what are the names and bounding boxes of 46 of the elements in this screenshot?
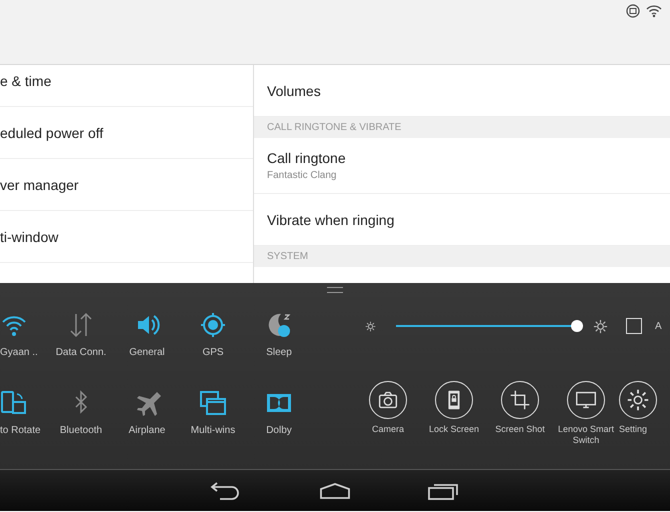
shortcut-label: Setting xyxy=(619,424,648,435)
quick-tile[interactable]: Gyaan .. xyxy=(0,311,48,368)
quick-tile[interactable]: Airplane xyxy=(114,388,180,446)
windows-icon xyxy=(199,388,227,416)
settings-item[interactable]: e & time xyxy=(0,65,253,107)
auto-checkbox[interactable] xyxy=(626,318,642,334)
quick-tile[interactable]: General xyxy=(114,311,180,368)
row-title: Vibrate when ringing xyxy=(267,212,396,228)
shortcut-button[interactable] xyxy=(567,381,605,419)
shortcut-button[interactable] xyxy=(501,381,539,419)
quick-tile[interactable]: Multi-wins xyxy=(180,388,246,446)
settings-row[interactable]: Call ringtone Fantastic Clang xyxy=(254,138,670,194)
shortcut-label: Screen Shot xyxy=(494,424,546,435)
section-header: SYSTEM xyxy=(254,246,670,267)
shortcut-button[interactable] xyxy=(619,381,657,419)
rotate-screen-icon xyxy=(0,388,28,416)
wifi-icon xyxy=(646,4,662,18)
shortcut-button[interactable] xyxy=(435,381,473,419)
shortcut-label: Lenovo Smart Switch xyxy=(556,424,616,446)
shortcut-label: Camera xyxy=(370,424,405,435)
quick-tile[interactable]: Dolby xyxy=(246,388,312,446)
dim-brightness-icon xyxy=(365,320,376,332)
settings-icon xyxy=(625,387,651,413)
quick-tile[interactable]: GPS xyxy=(180,311,246,368)
settings-item[interactable]: eduled power off xyxy=(0,107,253,159)
quick-tile[interactable]: Data Conn. xyxy=(48,311,114,368)
settings-item[interactable]: ti-window xyxy=(0,211,253,263)
shortcut-label: Lock Screen xyxy=(428,424,480,435)
shortcut-button[interactable] xyxy=(369,381,407,419)
screen-cast-icon xyxy=(626,4,640,18)
auto-label: A xyxy=(655,320,662,332)
back-icon[interactable] xyxy=(210,482,242,500)
quick-tile[interactable]: Sleep xyxy=(246,311,312,368)
section-header: CALL RINGTONE & VIBRATE xyxy=(254,117,670,138)
row-title: Call ringtone xyxy=(267,150,347,166)
recent-apps-icon[interactable] xyxy=(428,482,460,500)
quick-tile[interactable]: Bluetooth xyxy=(48,388,114,446)
location-target-icon xyxy=(199,311,227,339)
slider-thumb[interactable] xyxy=(571,320,583,332)
quick-tile[interactable]: to Rotate xyxy=(0,388,48,446)
row-summary: Fantastic Clang xyxy=(267,170,338,181)
bright-brightness-icon xyxy=(593,318,608,334)
home-icon[interactable] xyxy=(319,482,351,500)
drag-handle[interactable] xyxy=(327,287,343,293)
row-title: Volumes xyxy=(267,82,322,98)
settings-item[interactable]: ver manager xyxy=(0,159,253,211)
